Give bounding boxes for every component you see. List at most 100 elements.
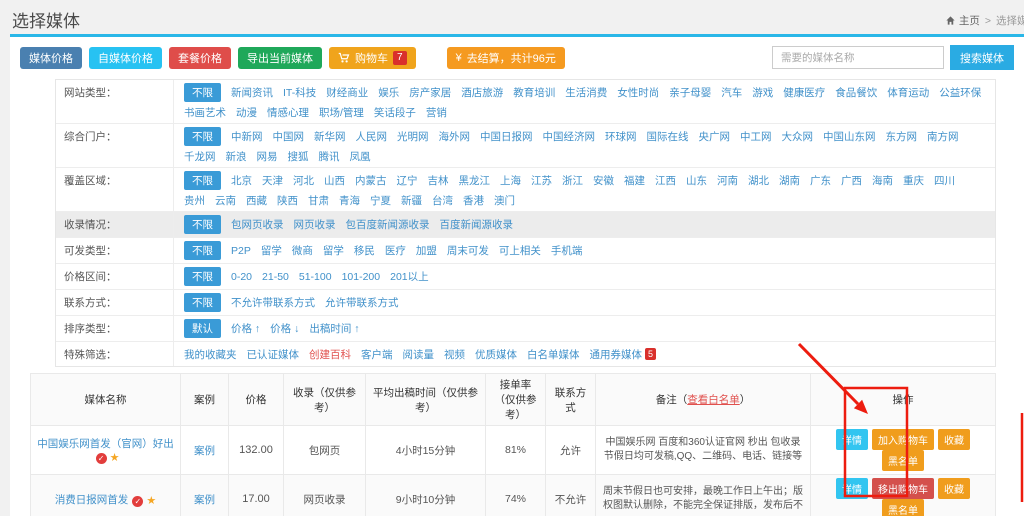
filter-option[interactable]: 湖北 xyxy=(748,173,769,188)
filter-option[interactable]: 加盟 xyxy=(416,243,437,258)
filter-option[interactable]: 移民 xyxy=(354,243,375,258)
filter-option[interactable]: 笑话段子 xyxy=(374,105,416,120)
filter-option[interactable]: 书画艺术 xyxy=(184,105,226,120)
filter-option[interactable]: 手机端 xyxy=(551,243,583,258)
filter-option[interactable]: 河北 xyxy=(293,173,314,188)
filter-option[interactable]: 允许带联系方式 xyxy=(325,295,399,310)
filter-option[interactable]: 光明网 xyxy=(397,129,429,144)
filter-option[interactable]: 包百度新闻源收录 xyxy=(346,217,430,232)
blacklist-button[interactable]: 黑名单 xyxy=(882,499,924,516)
search-input[interactable] xyxy=(772,46,944,69)
self-media-price-button[interactable]: 自媒体价格 xyxy=(89,47,162,69)
filter-option[interactable]: 台湾 xyxy=(432,193,453,208)
filter-option[interactable]: 广西 xyxy=(841,173,862,188)
filter-option[interactable]: 安徽 xyxy=(593,173,614,188)
filter-option[interactable]: 百度新闻源收录 xyxy=(440,217,514,232)
filter-option[interactable]: 视频 xyxy=(444,347,465,362)
filter-option[interactable]: 辽宁 xyxy=(397,173,418,188)
export-current-media-button[interactable]: 导出当前媒体 xyxy=(238,47,322,69)
filter-option[interactable]: 海南 xyxy=(872,173,893,188)
filter-option[interactable]: 职场/管理 xyxy=(319,105,364,120)
filter-option[interactable]: 中国经济网 xyxy=(543,129,596,144)
filter-option[interactable]: 搜狐 xyxy=(288,149,309,164)
filter-option[interactable]: 大众网 xyxy=(782,129,814,144)
filter-option[interactable]: 情感心理 xyxy=(267,105,309,120)
filter-option-selected[interactable]: 默认 xyxy=(184,319,221,338)
filter-option[interactable]: 汽车 xyxy=(721,85,742,100)
filter-option[interactable]: 白名单媒体 xyxy=(527,347,580,362)
filter-option[interactable]: 新疆 xyxy=(401,193,422,208)
filter-option[interactable]: 游戏 xyxy=(752,85,773,100)
filter-option[interactable]: 天津 xyxy=(262,173,283,188)
search-button[interactable]: 搜索媒体 xyxy=(950,45,1014,70)
filter-option[interactable]: 酒店旅游 xyxy=(461,85,503,100)
filter-option[interactable]: 通用券媒体5 xyxy=(590,347,657,362)
filter-option[interactable]: 重庆 xyxy=(903,173,924,188)
filter-option[interactable]: 央广网 xyxy=(699,129,731,144)
filter-option[interactable]: 生活消费 xyxy=(565,85,607,100)
filter-option[interactable]: 创建百科 xyxy=(309,347,351,362)
filter-option-selected[interactable]: 不限 xyxy=(184,127,221,146)
filter-option[interactable]: 环球网 xyxy=(605,129,637,144)
filter-option[interactable]: 中国山东网 xyxy=(823,129,876,144)
filter-option[interactable]: 不允许带联系方式 xyxy=(231,295,315,310)
filter-option[interactable]: 贵州 xyxy=(184,193,205,208)
filter-option[interactable]: 可上相关 xyxy=(499,243,541,258)
filter-option[interactable]: 微商 xyxy=(292,243,313,258)
case-link[interactable]: 案例 xyxy=(194,445,215,457)
filter-option[interactable]: 江西 xyxy=(655,173,676,188)
filter-option[interactable]: 已认证媒体 xyxy=(247,347,300,362)
filter-option-selected[interactable]: 不限 xyxy=(184,215,221,234)
filter-option[interactable]: 价格 ↓ xyxy=(270,321,299,336)
filter-option[interactable]: 国际在线 xyxy=(647,129,689,144)
filter-option[interactable]: 51-100 xyxy=(299,271,332,283)
filter-option[interactable]: 新浪 xyxy=(226,149,247,164)
add-to-cart-button[interactable]: 加入购物车 xyxy=(872,429,934,450)
filter-option[interactable]: 新华网 xyxy=(314,129,346,144)
filter-option[interactable]: 腾讯 xyxy=(319,149,340,164)
filter-option[interactable]: 内蒙古 xyxy=(355,173,387,188)
filter-option[interactable]: 西藏 xyxy=(246,193,267,208)
filter-option[interactable]: P2P xyxy=(231,245,251,257)
filter-option[interactable]: 出稿时间 ↑ xyxy=(309,321,359,336)
filter-option[interactable]: 东方网 xyxy=(886,129,918,144)
filter-option[interactable]: 河南 xyxy=(717,173,738,188)
filter-option[interactable]: 中新网 xyxy=(231,129,263,144)
filter-option[interactable]: 海外网 xyxy=(439,129,471,144)
filter-option[interactable]: 甘肃 xyxy=(308,193,329,208)
detail-button[interactable]: 详情 xyxy=(836,478,868,499)
filter-option[interactable]: 亲子母婴 xyxy=(669,85,711,100)
filter-option[interactable]: 江苏 xyxy=(531,173,552,188)
filter-option[interactable]: 动漫 xyxy=(236,105,257,120)
filter-option[interactable]: 福建 xyxy=(624,173,645,188)
filter-option[interactable]: 周末可发 xyxy=(447,243,489,258)
filter-option[interactable]: 黑龙江 xyxy=(459,173,491,188)
filter-option[interactable]: 201以上 xyxy=(390,269,429,284)
filter-option[interactable]: 留学 xyxy=(323,243,344,258)
media-name-link[interactable]: 中国娱乐网首发（官网）好出 xyxy=(37,438,174,450)
filter-option-selected[interactable]: 不限 xyxy=(184,241,221,260)
filter-option[interactable]: 湖南 xyxy=(779,173,800,188)
filter-option[interactable]: 四川 xyxy=(934,173,955,188)
favorite-button[interactable]: 收藏 xyxy=(938,478,970,499)
filter-option[interactable]: 广东 xyxy=(810,173,831,188)
filter-option[interactable]: 山东 xyxy=(686,173,707,188)
filter-option-selected[interactable]: 不限 xyxy=(184,83,221,102)
filter-option[interactable]: 包网页收录 xyxy=(231,217,284,232)
filter-option[interactable]: 香港 xyxy=(463,193,484,208)
filter-option[interactable]: 中国网 xyxy=(273,129,305,144)
filter-option[interactable]: 网易 xyxy=(257,149,278,164)
filter-option[interactable]: 陕西 xyxy=(277,193,298,208)
filter-option[interactable]: 101-200 xyxy=(342,271,381,283)
breadcrumb-home-link[interactable]: 主页 xyxy=(945,13,980,28)
filter-option[interactable]: 宁夏 xyxy=(370,193,391,208)
filter-option-selected[interactable]: 不限 xyxy=(184,267,221,286)
filter-option[interactable]: 中工网 xyxy=(740,129,772,144)
remove-from-cart-button[interactable]: 移出购物车 xyxy=(872,478,934,499)
filter-option[interactable]: 阅读量 xyxy=(403,347,435,362)
filter-option[interactable]: 公益环保 xyxy=(939,85,981,100)
filter-option[interactable]: 南方网 xyxy=(927,129,959,144)
whitelist-link[interactable]: 查看白名单 xyxy=(687,394,740,406)
filter-option[interactable]: 客户端 xyxy=(361,347,393,362)
blacklist-button[interactable]: 黑名单 xyxy=(882,450,924,471)
